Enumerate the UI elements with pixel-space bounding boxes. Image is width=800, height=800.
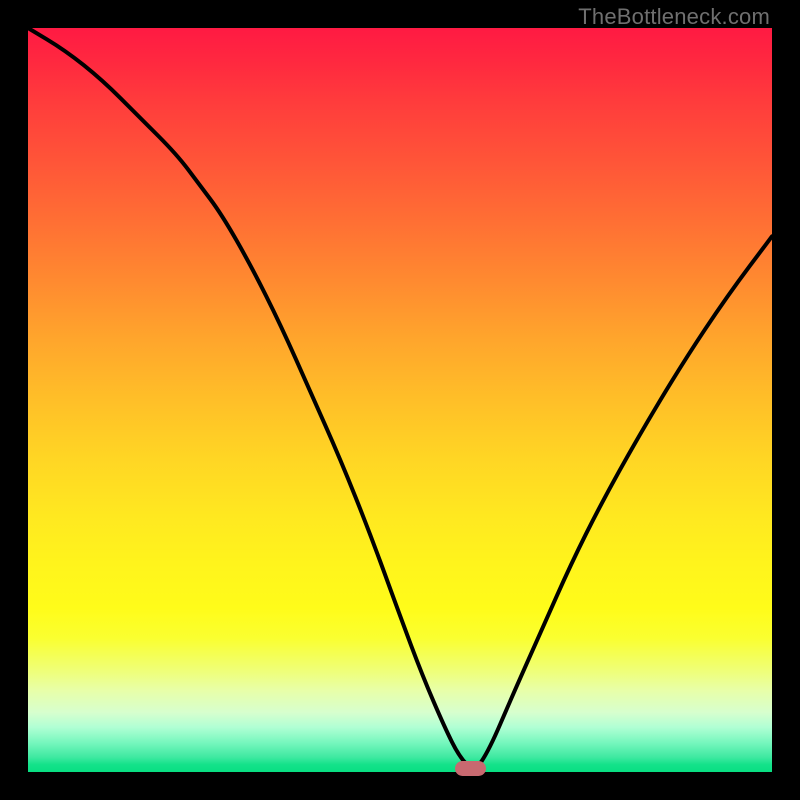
chart-frame: TheBottleneck.com (0, 0, 800, 800)
attribution-text: TheBottleneck.com (578, 4, 770, 30)
optimal-point-marker (455, 761, 486, 776)
bottleneck-curve (28, 28, 772, 772)
plot-area (28, 28, 772, 772)
